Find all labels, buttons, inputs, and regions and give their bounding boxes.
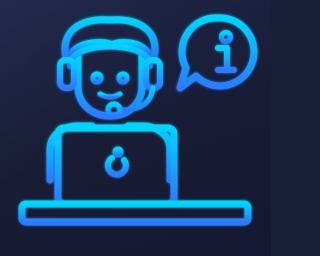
info-bubble-icon	[176, 14, 258, 92]
desk-icon	[18, 200, 252, 256]
support-illustration	[0, 0, 271, 256]
laptop-icon	[36, 124, 204, 208]
agent-head-icon	[57, 16, 163, 120]
support-agent-graphic	[18, 14, 258, 256]
